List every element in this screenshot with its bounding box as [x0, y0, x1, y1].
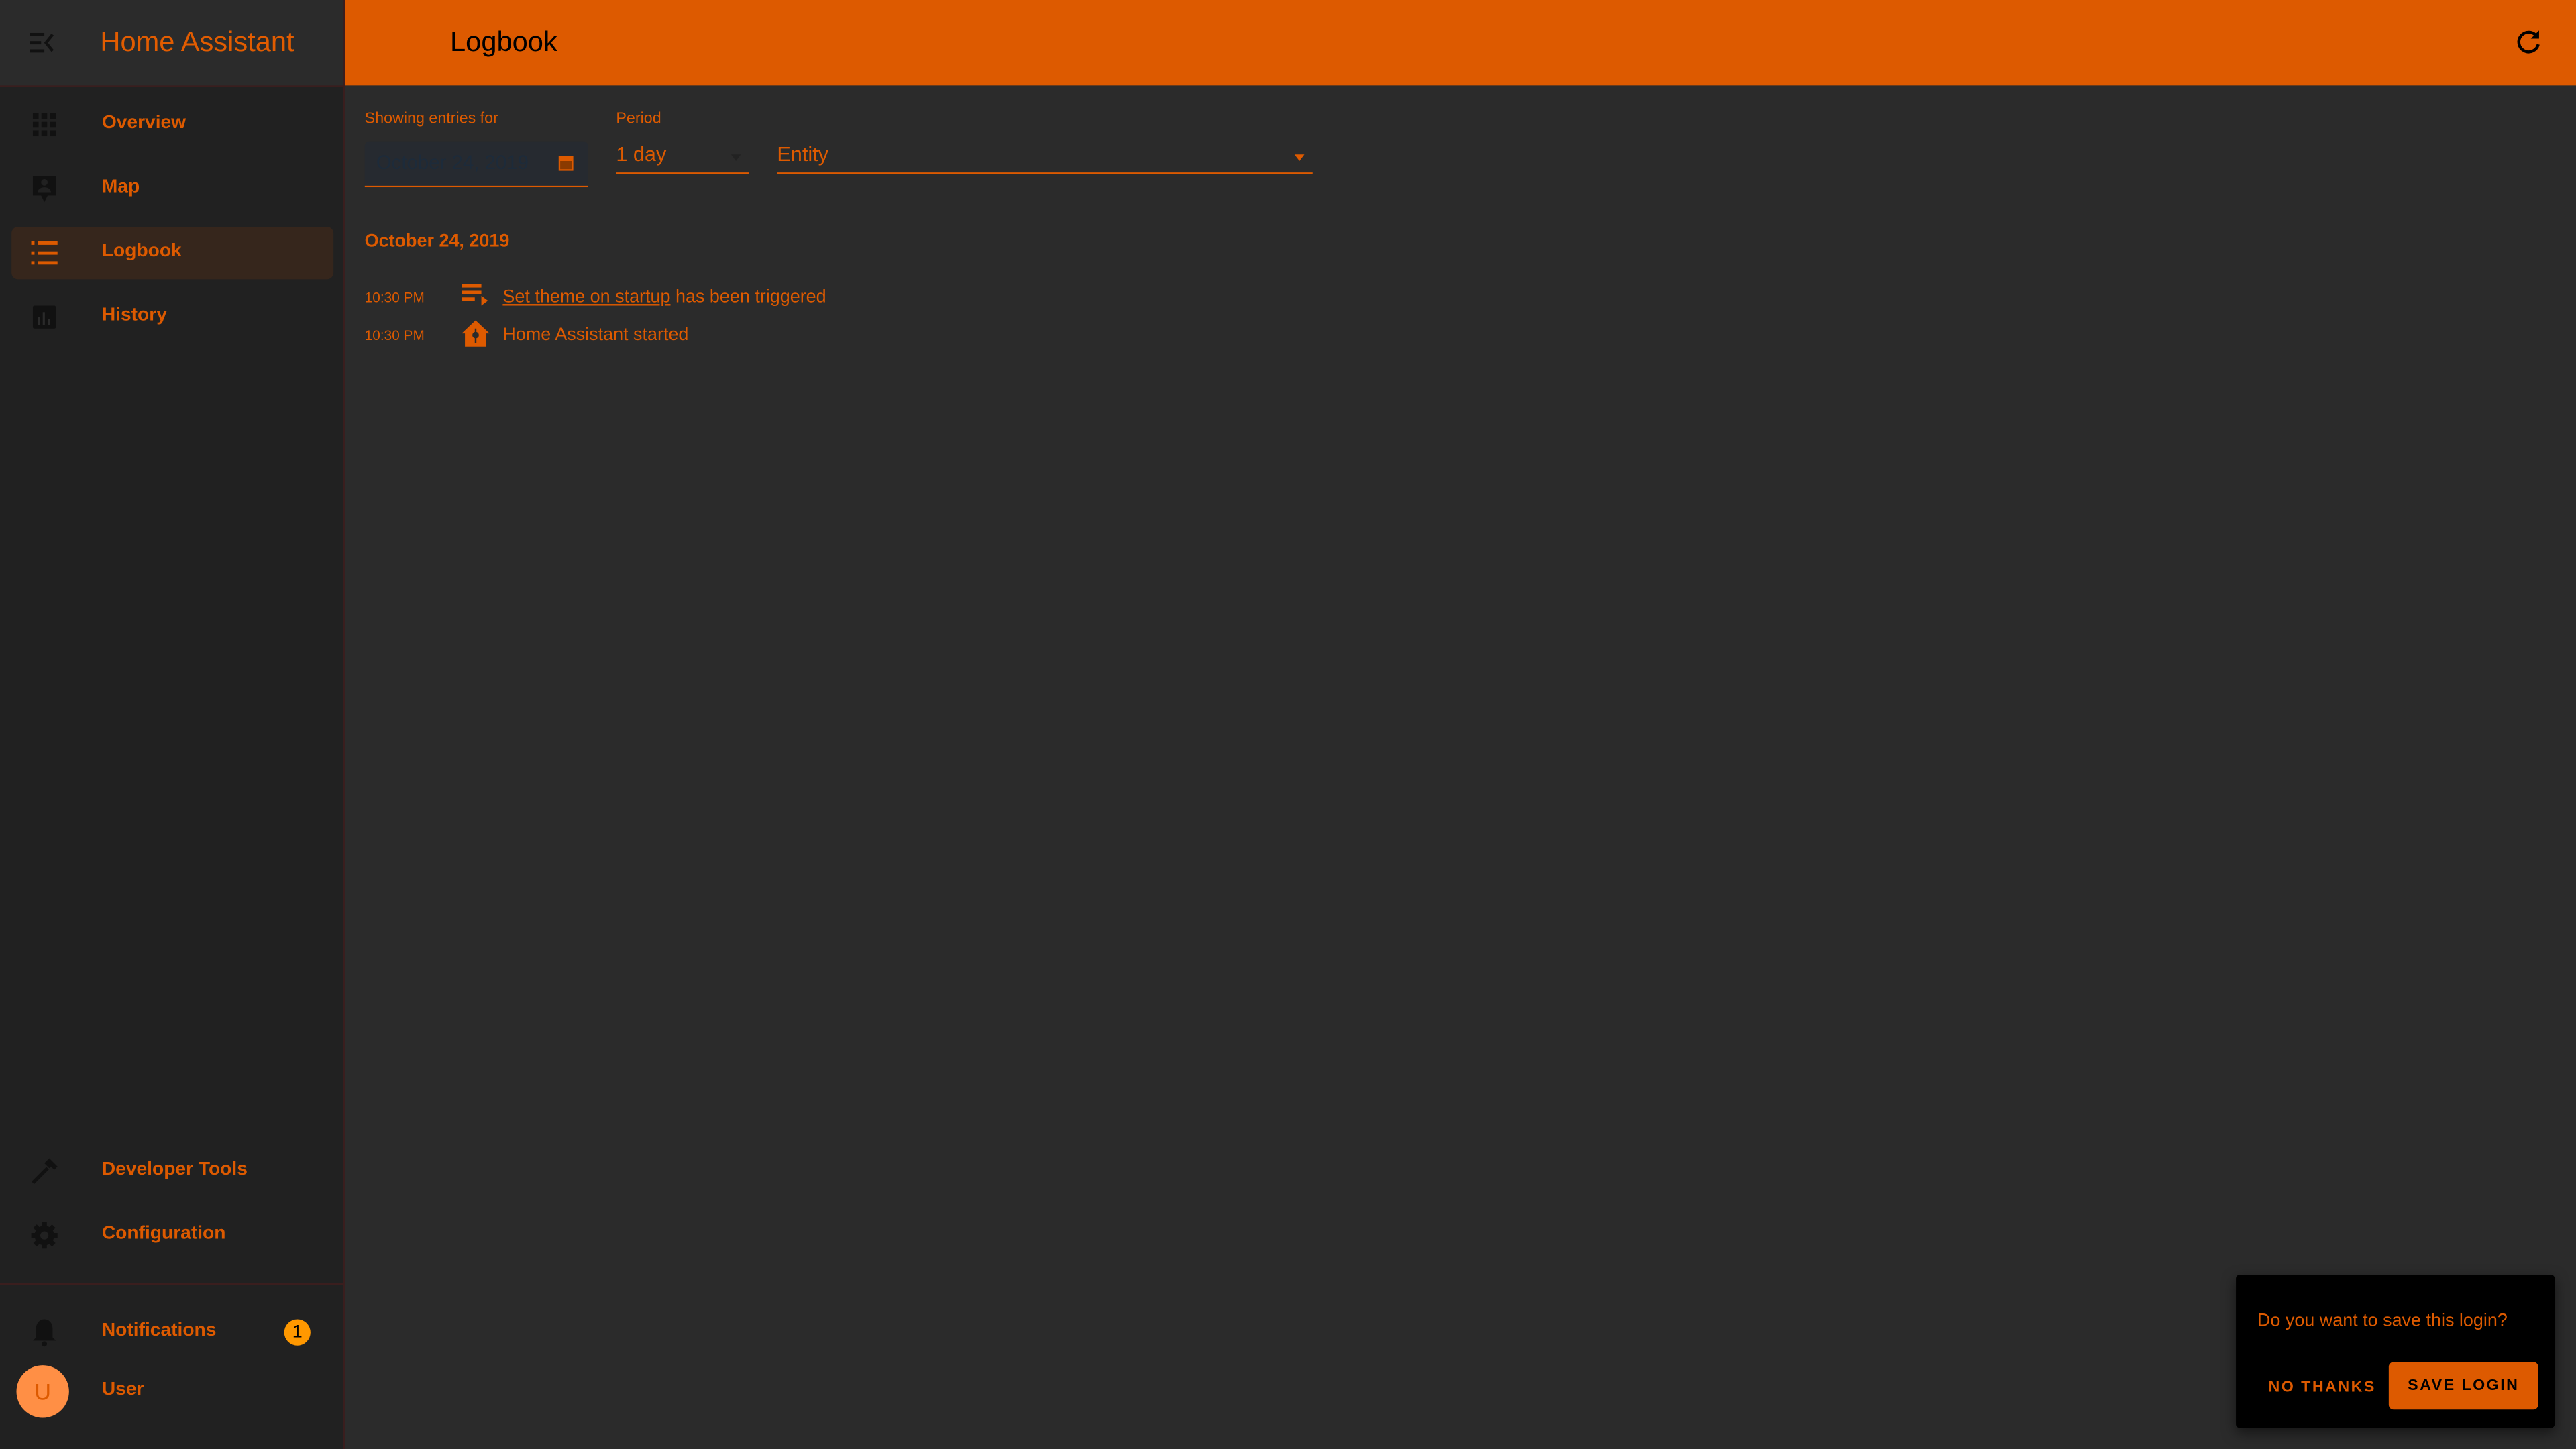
sidebar-item-user[interactable]: U User: [11, 1365, 333, 1418]
page-title: Logbook: [450, 26, 557, 58]
period-label: Period: [616, 110, 661, 129]
chart-box-icon: [32, 305, 56, 329]
log-entry: 10:30 PM Set theme on startup has been t…: [365, 282, 1350, 315]
menu-toggle-icon[interactable]: [28, 30, 58, 56]
sidebar-item-label: Map: [101, 177, 140, 197]
sidebar-item-developer-tools[interactable]: Developer Tools: [11, 1145, 333, 1197]
format-list-bulleted-icon: [31, 241, 58, 265]
date-value: October 24, 2019: [376, 151, 529, 174]
save-login-toast: Do you want to save this login? NO THANK…: [2236, 1275, 2555, 1428]
calendar-icon[interactable]: [558, 154, 574, 171]
app-title: Home Assistant: [100, 26, 294, 58]
save-login-button[interactable]: SAVE LOGIN: [2388, 1362, 2538, 1410]
sidebar-item-overview[interactable]: Overview: [11, 99, 333, 151]
log-entry-time: 10:30 PM: [364, 327, 425, 343]
toast-message: Do you want to save this login?: [2257, 1311, 2508, 1331]
automation-link[interactable]: Set theme on startup: [502, 288, 670, 307]
sidebar-item-configuration[interactable]: Configuration: [11, 1209, 333, 1261]
sidebar-item-label: History: [101, 305, 167, 325]
log-entry: 10:30 PM Home Assistant started: [364, 320, 1350, 354]
sidebar-item-logbook[interactable]: Logbook: [11, 226, 334, 280]
log-entry-message: Home Assistant started: [502, 325, 689, 345]
playlist-play-icon: [462, 284, 488, 306]
bell-icon: [32, 1319, 56, 1347]
log-entry-text: has been triggered: [670, 287, 826, 307]
app-header: Logbook: [345, 0, 2576, 86]
sidebar-item-label: User: [101, 1380, 144, 1400]
sidebar-divider: [0, 1283, 343, 1285]
sidebar: Home Assistant Overview Map Logbook Hist…: [0, 0, 345, 1449]
logbook-content: Showing entries for October 24, 2019 Per…: [345, 85, 2576, 1449]
date-label: Showing entries for: [364, 110, 498, 129]
gear-icon: [31, 1222, 58, 1249]
sidebar-item-label: Developer Tools: [101, 1159, 248, 1180]
sidebar-header: Home Assistant: [0, 0, 343, 87]
chevron-down-icon[interactable]: [1294, 154, 1305, 162]
sidebar-item-map[interactable]: Map: [11, 162, 333, 215]
map-account-icon: [32, 176, 56, 203]
log-day-heading: October 24, 2019: [364, 231, 510, 252]
entity-picker-input[interactable]: Entity: [777, 140, 1313, 174]
entity-placeholder: Entity: [777, 143, 828, 166]
log-entry-message: Set theme on startup has been triggered: [502, 288, 826, 307]
hammer-icon: [32, 1158, 58, 1185]
home-assistant-icon: [462, 320, 490, 347]
date-picker-input[interactable]: October 24, 2019: [364, 141, 588, 188]
sidebar-item-label: Notifications: [101, 1320, 217, 1341]
sidebar-item-label: Logbook: [101, 241, 182, 262]
no-thanks-button[interactable]: NO THANKS: [2253, 1364, 2392, 1410]
sidebar-item-label: Configuration: [101, 1224, 226, 1244]
avatar: U: [16, 1365, 69, 1418]
sidebar-item-notifications[interactable]: Notifications 1: [11, 1306, 333, 1358]
period-select[interactable]: 1 day: [616, 140, 749, 174]
chevron-down-icon: [731, 154, 741, 162]
view-dashboard-icon: [32, 113, 56, 137]
sidebar-item-history[interactable]: History: [11, 290, 333, 343]
period-value: 1 day: [616, 143, 667, 166]
log-entry-time: 10:30 PM: [364, 289, 425, 306]
sidebar-item-label: Overview: [101, 113, 186, 133]
refresh-icon[interactable]: [2514, 28, 2543, 58]
notification-count-badge: 1: [284, 1319, 311, 1346]
